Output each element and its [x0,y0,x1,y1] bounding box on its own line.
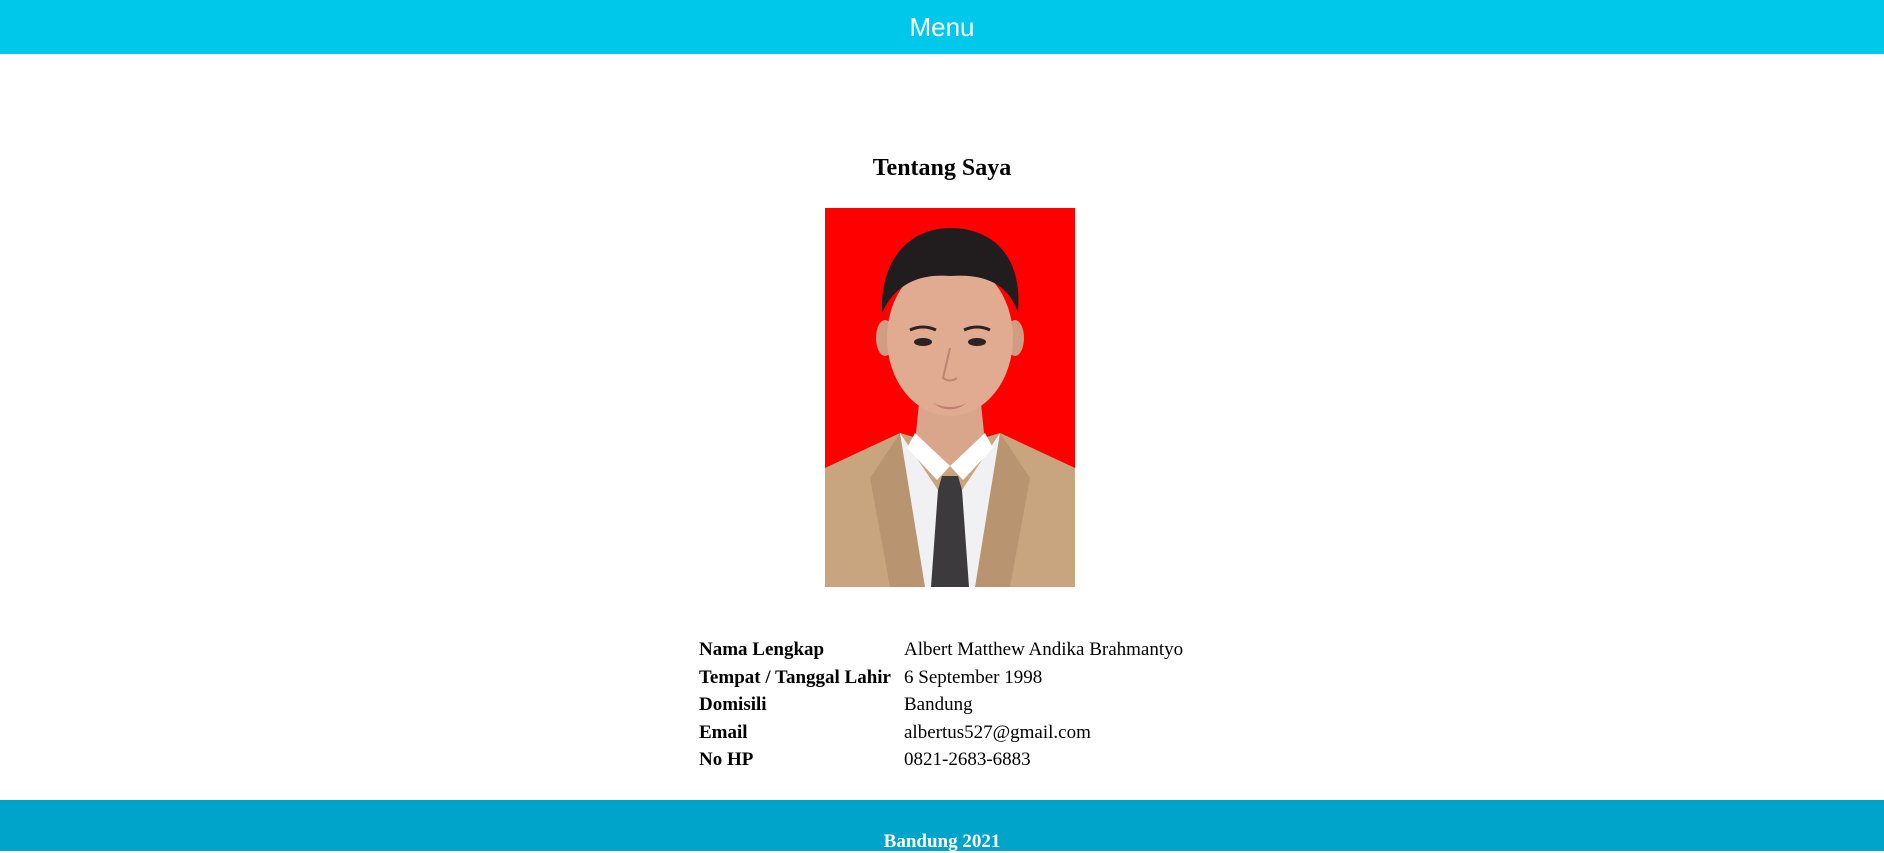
info-label: Domisili [699,694,767,715]
info-value: 0821-2683-6883 [904,749,1031,770]
info-value: Bandung [904,694,973,715]
info-label: Tempat / Tanggal Lahir [699,666,891,688]
footer: Bandung 2021 [0,800,1884,852]
info-label: No HP [699,749,754,770]
table-row: No HP 0821-2683-6883 [697,746,1185,774]
menu-button[interactable]: Menu [909,12,974,43]
info-label: Nama Lengkap [699,639,825,660]
info-value: 6 September 1998 [904,666,1043,688]
table-row: Domisili Bandung [697,691,1185,719]
profile-info-table: Nama Lengkap Albert Matthew Andika Brahm… [697,636,1185,774]
table-row: Tempat / Tanggal Lahir 6 September 1998 [697,664,1185,692]
footer-text: Bandung 2021 [883,830,1001,852]
top-nav-bar: Menu [0,0,1884,54]
info-value: albertus527@gmail.com [904,721,1091,743]
table-row: Nama Lengkap Albert Matthew Andika Brahm… [697,636,1185,664]
info-label: Email [699,721,748,743]
table-row: Email albertus527@gmail.com [697,719,1185,747]
page-title: Tentang Saya [872,155,1012,181]
profile-photo [825,208,1075,587]
info-value: Albert Matthew Andika Brahmantyo [904,639,1184,660]
